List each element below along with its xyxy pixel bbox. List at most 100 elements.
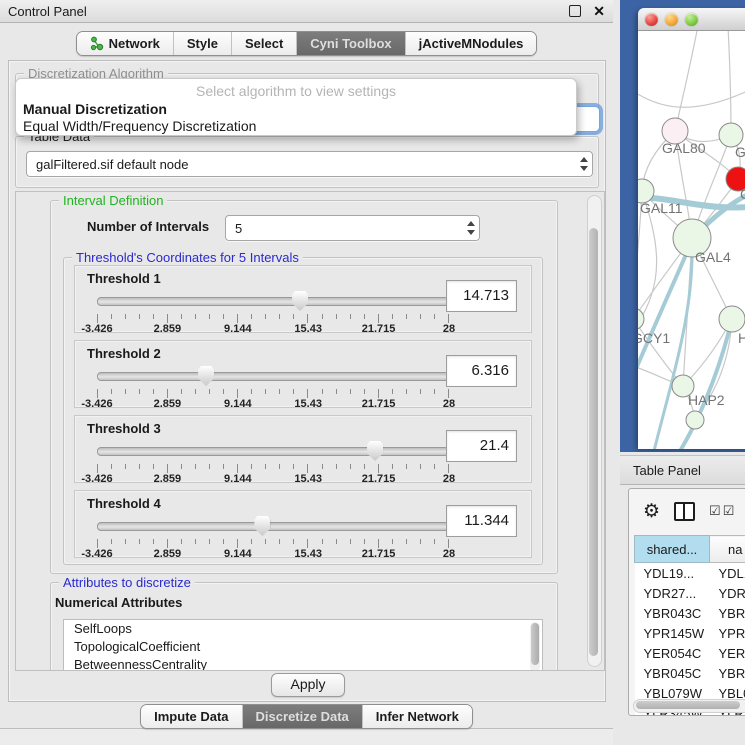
table-data-combobox[interactable]: galFiltered.sif default node (26, 151, 593, 177)
panel-title: Control Panel (8, 4, 569, 19)
zoom-window-icon[interactable] (685, 13, 698, 26)
slider-track[interactable] (97, 447, 449, 456)
settings-vertical-scrollbar[interactable] (587, 195, 602, 667)
network-window-titlebar (638, 8, 745, 31)
list-scrollbar[interactable] (530, 622, 540, 671)
threshold-box: Threshold 3-3.4262.8599.14415.4321.71528… (74, 415, 532, 483)
table-panel-toolbar: ⚙ ☑☑ (629, 489, 745, 533)
cell-name[interactable]: YBR0 (710, 603, 745, 623)
select-columns-icon[interactable]: ☑☑ (709, 503, 736, 519)
popup-option-equal-width[interactable]: Equal Width/Frequency Discretization (23, 118, 256, 134)
cell-name[interactable]: YPR1 (710, 623, 745, 643)
attribute-item[interactable]: BetweennessCentrality (64, 656, 542, 671)
slider-ticks (97, 389, 449, 398)
tab-select[interactable]: Select (231, 32, 296, 55)
table-data-group: Table Data galFiltered.sif default node (15, 136, 599, 188)
number-of-intervals-label: Number of Intervals (87, 219, 209, 234)
algorithm-dropdown-popup: Select algorithm to view settings Manual… (15, 78, 577, 136)
network-node-GCY1[interactable] (638, 308, 644, 330)
threshold-slider[interactable]: -3.4262.8599.14415.4321.71528 (97, 365, 449, 405)
table-row[interactable]: YBR043CYBR0 (635, 603, 745, 623)
interval-definition-label: Interval Definition (59, 193, 167, 208)
network-node-label: GAL4 (695, 249, 731, 265)
threshold-slider[interactable]: -3.4262.8599.14415.4321.71528 (97, 290, 449, 330)
slider-track[interactable] (97, 522, 449, 531)
attribute-item[interactable]: SelfLoops (64, 620, 542, 638)
table-row[interactable]: YBR045CYBR0 (635, 663, 745, 683)
threshold-value-field[interactable]: 6.316 (446, 355, 517, 387)
tab-label: Network (109, 36, 160, 51)
table-row[interactable]: YPR145WYPR1 (635, 623, 745, 643)
threshold-value-field[interactable]: 11.344 (446, 505, 517, 537)
attribute-items: SelfLoopsTopologicalCoefficientBetweenne… (64, 620, 542, 671)
cell-shared-name[interactable]: YBR045C (635, 663, 710, 683)
gear-icon[interactable]: ⚙ (643, 502, 660, 521)
number-of-intervals-combobox[interactable]: 5 (225, 215, 480, 241)
tick-label: 21.715 (362, 473, 396, 485)
network-window: GAL80GACGAL11GAL4GCY1HHAP2 (638, 8, 745, 448)
tab-impute-data[interactable]: Impute Data (141, 705, 241, 728)
slider-thumb[interactable] (254, 516, 270, 536)
tick-label: 9.144 (224, 398, 252, 410)
thresholds-group-label: Threshold's Coordinates for 5 Intervals (72, 250, 303, 265)
tick-label: 21.715 (362, 548, 396, 560)
numerical-attributes-list[interactable]: SelfLoopsTopologicalCoefficientBetweenne… (63, 619, 543, 671)
tab-infer-network[interactable]: Infer Network (362, 705, 472, 728)
network-node-unlabeled[interactable] (686, 411, 704, 429)
tick-label: 21.715 (362, 323, 396, 335)
tab-network[interactable]: Network (77, 32, 173, 55)
slider-ticks (97, 464, 449, 473)
slider-thumb[interactable] (367, 441, 383, 461)
tab-style[interactable]: Style (173, 32, 231, 55)
tick-label: 15.43 (294, 398, 322, 410)
cell-shared-name[interactable]: YER054C (635, 643, 710, 663)
popup-option-manual[interactable]: Manual Discretization (23, 101, 167, 117)
minimize-window-icon[interactable] (665, 13, 678, 26)
network-edge (728, 31, 731, 135)
control-panel-titlebar: Control Panel ✕ (0, 0, 613, 23)
close-window-icon[interactable] (645, 13, 658, 26)
slider-thumb[interactable] (292, 291, 308, 311)
threshold-slider[interactable]: -3.4262.8599.14415.4321.71528 (97, 440, 449, 480)
cell-name[interactable]: YDL1 (710, 563, 745, 584)
tab-discretize-data[interactable]: Discretize Data (242, 705, 362, 728)
table-horizontal-scrollbar[interactable] (633, 699, 745, 713)
attribute-item[interactable]: TopologicalCoefficient (64, 638, 542, 656)
threshold-box: Threshold 2-3.4262.8599.14415.4321.71528… (74, 340, 532, 408)
network-node-H[interactable] (719, 306, 745, 332)
split-view-icon[interactable] (674, 502, 695, 521)
threshold-value-field[interactable]: 21.4 (446, 430, 517, 462)
cell-name[interactable]: YER0 (710, 643, 745, 663)
thresholds-group: Threshold's Coordinates for 5 Intervals … (63, 257, 543, 565)
column-header-shared-name[interactable]: shared... (635, 536, 710, 563)
cell-shared-name[interactable]: YBR043C (635, 603, 710, 623)
threshold-value-field[interactable]: 14.713 (446, 280, 517, 312)
table-row[interactable]: YDR27...YDR2 (635, 583, 745, 603)
network-node-label: HAP2 (688, 392, 725, 408)
threshold-slider[interactable]: -3.4262.8599.14415.4321.71528 (97, 515, 449, 555)
slider-track[interactable] (97, 297, 449, 306)
slider-track[interactable] (97, 372, 449, 381)
column-header-name[interactable]: na (710, 536, 745, 563)
tab-cyni-toolbox[interactable]: Cyni Toolbox (296, 32, 404, 55)
tab-jactivemnodules[interactable]: jActiveMNodules (405, 32, 537, 55)
network-node-label: GCY1 (638, 330, 670, 346)
cell-shared-name[interactable]: YDR27... (635, 583, 710, 603)
float-window-icon[interactable] (569, 5, 581, 17)
settings-scroll-panel: Interval Definition Number of Intervals … (15, 191, 605, 671)
tick-label: 9.144 (224, 473, 252, 485)
table-row[interactable]: YER054CYER0 (635, 643, 745, 663)
tick-label: 21.715 (362, 398, 396, 410)
cell-name[interactable]: YDR2 (710, 583, 745, 603)
cell-shared-name[interactable]: YDL19... (635, 563, 710, 584)
cell-name[interactable]: YBR0 (710, 663, 745, 683)
close-icon[interactable]: ✕ (593, 6, 605, 16)
network-canvas[interactable]: GAL80GACGAL11GAL4GCY1HHAP2 (638, 31, 745, 449)
network-node-label: C (740, 186, 745, 202)
apply-button[interactable]: Apply (271, 673, 345, 697)
table-panel-header: Table Panel (620, 455, 745, 485)
cell-shared-name[interactable]: YPR145W (635, 623, 710, 643)
slider-ticks (97, 539, 449, 548)
table-row[interactable]: YDL19...YDL1 (635, 563, 745, 584)
slider-thumb[interactable] (198, 366, 214, 386)
